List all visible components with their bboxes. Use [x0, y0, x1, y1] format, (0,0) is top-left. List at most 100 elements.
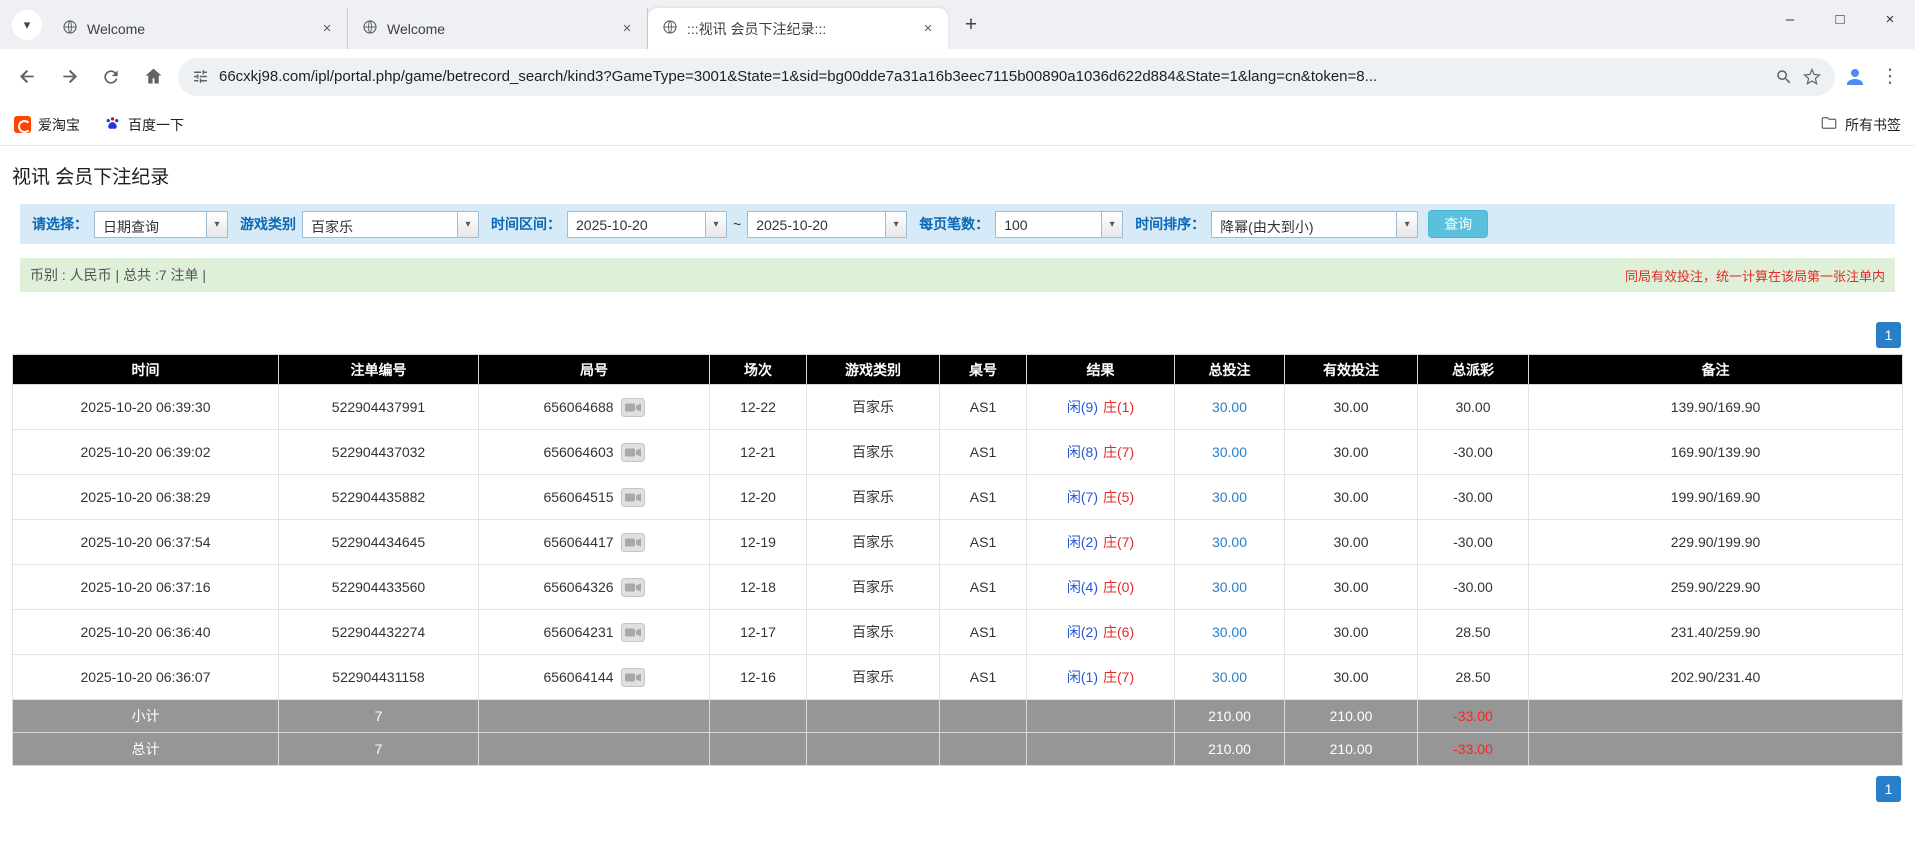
cell-bet-id: 522904435882 [279, 475, 479, 520]
home-button[interactable] [136, 60, 170, 94]
query-type-select[interactable]: 日期查询 ▾ [94, 211, 228, 238]
video-replay-icon[interactable] [621, 443, 645, 462]
date-from-select[interactable]: 2025-10-20 ▾ [567, 211, 727, 238]
page-title: 视讯 会员下注纪录 [12, 162, 1915, 189]
page-number-button[interactable]: 1 [1876, 776, 1901, 802]
video-replay-icon[interactable] [621, 578, 645, 597]
result-banker: 庄(7) [1103, 669, 1134, 685]
browser-menu-icon[interactable]: ⋮ [1875, 65, 1905, 88]
date-to-select[interactable]: 2025-10-20 ▾ [747, 211, 907, 238]
cell-time: 2025-10-20 06:37:16 [13, 565, 279, 610]
zoom-icon[interactable] [1775, 68, 1793, 86]
total-bet-link[interactable]: 30.00 [1212, 624, 1247, 640]
cell-round: 656064231 [479, 610, 710, 655]
site-info-icon[interactable] [192, 68, 209, 85]
cell-table-no: AS1 [940, 475, 1027, 520]
total-payout: -33.00 [1418, 733, 1529, 766]
back-button[interactable] [10, 60, 44, 94]
address-bar[interactable]: 66cxkj98.com/ipl/portal.php/game/betreco… [178, 58, 1835, 96]
result-banker: 庄(6) [1103, 624, 1134, 640]
cell-payout: 30.00 [1418, 385, 1529, 430]
table-header-row: 时间 注单编号 局号 场次 游戏类别 桌号 结果 总投注 有效投注 总派彩 备注 [13, 355, 1903, 385]
refresh-button[interactable] [94, 60, 128, 94]
table-row: 2025-10-20 06:39:30 522904437991 6560646… [13, 385, 1903, 430]
tab-title: :::视讯 会员下注纪录::: [687, 19, 909, 39]
chevron-down-icon[interactable]: ▾ [206, 212, 227, 237]
cell-note: 202.90/231.40 [1529, 655, 1903, 700]
filter-bar: 请选择： 日期查询 ▾ 游戏类别 百家乐 ▾ 时间区间： 2025-10-20 … [20, 204, 1895, 244]
total-bet-link[interactable]: 30.00 [1212, 399, 1247, 415]
video-replay-icon[interactable] [621, 488, 645, 507]
result-banker: 庄(7) [1103, 534, 1134, 550]
tab-close-icon[interactable]: × [617, 19, 637, 39]
video-replay-icon[interactable] [621, 398, 645, 417]
total-bet-link[interactable]: 30.00 [1212, 579, 1247, 595]
profile-avatar-icon[interactable] [1843, 65, 1867, 89]
total-bet-link[interactable]: 30.00 [1212, 534, 1247, 550]
cell-game: 百家乐 [807, 520, 940, 565]
sort-value: 降幂(由大到小) [1212, 212, 1396, 237]
chevron-down-icon[interactable]: ▾ [457, 212, 478, 237]
cell-round: 656064603 [479, 430, 710, 475]
total-bet-link[interactable]: 30.00 [1212, 669, 1247, 685]
bookmark-baidu[interactable]: 百度一下 [104, 115, 184, 135]
cell-note: 229.90/199.90 [1529, 520, 1903, 565]
video-replay-icon[interactable] [621, 533, 645, 552]
cell-note: 139.90/169.90 [1529, 385, 1903, 430]
chevron-down-icon[interactable]: ▾ [885, 212, 906, 237]
tab-close-icon[interactable]: × [918, 19, 938, 39]
cell-bet-id: 522904432274 [279, 610, 479, 655]
tab-close-icon[interactable]: × [317, 19, 337, 39]
cell-time: 2025-10-20 06:39:30 [13, 385, 279, 430]
baidu-paw-icon [104, 115, 121, 135]
bookmark-label: 爱淘宝 [38, 115, 80, 135]
globe-icon [362, 19, 378, 38]
cell-round: 656064515 [479, 475, 710, 520]
browser-tab-active[interactable]: :::视讯 会员下注纪录::: × [648, 8, 948, 49]
browser-tab-2[interactable]: Welcome × [348, 8, 648, 49]
page-number-button[interactable]: 1 [1876, 322, 1901, 348]
chevron-down-icon[interactable]: ▾ [705, 212, 726, 237]
chevron-down-icon[interactable]: ▾ [1396, 212, 1417, 237]
date-range-separator: ~ [733, 216, 741, 232]
cell-payout: -30.00 [1418, 475, 1529, 520]
cell-payout: 28.50 [1418, 610, 1529, 655]
total-bet-link[interactable]: 30.00 [1212, 444, 1247, 460]
url-text[interactable]: 66cxkj98.com/ipl/portal.php/game/betreco… [219, 68, 1765, 85]
browser-tab-1[interactable]: Welcome × [48, 8, 348, 49]
bookmark-taobao[interactable]: 爱淘宝 [14, 115, 80, 135]
subtotal-row: 小计 7 210.00 210.00 -33.00 [13, 700, 1903, 733]
video-replay-icon[interactable] [621, 668, 645, 687]
chevron-down-icon[interactable]: ▾ [1101, 212, 1122, 237]
cell-time: 2025-10-20 06:36:07 [13, 655, 279, 700]
game-type-select[interactable]: 百家乐 ▾ [302, 211, 479, 238]
per-page-select[interactable]: 100 ▾ [995, 211, 1123, 238]
result-player: 闲(7) [1067, 489, 1098, 505]
cell-game: 百家乐 [807, 385, 940, 430]
forward-button[interactable] [52, 60, 86, 94]
bookmark-star-icon[interactable] [1803, 68, 1821, 86]
video-replay-icon[interactable] [621, 623, 645, 642]
total-bet-link[interactable]: 30.00 [1212, 489, 1247, 505]
new-tab-button[interactable]: + [954, 8, 988, 42]
cell-result: 闲(2) 庄(6) [1027, 610, 1175, 655]
minimize-button[interactable]: – [1765, 0, 1815, 38]
col-game: 游戏类别 [807, 355, 940, 385]
cell-game: 百家乐 [807, 610, 940, 655]
subtotal-valid-bet: 210.00 [1285, 700, 1418, 733]
window-close-button[interactable]: × [1865, 0, 1915, 38]
result-player: 闲(9) [1067, 399, 1098, 415]
cell-bet-id: 522904434645 [279, 520, 479, 565]
tab-search-button[interactable]: ▾ [12, 10, 42, 40]
cell-time: 2025-10-20 06:38:29 [13, 475, 279, 520]
search-button[interactable]: 查询 [1428, 210, 1488, 238]
sort-select[interactable]: 降幂(由大到小) ▾ [1211, 211, 1418, 238]
result-player: 闲(8) [1067, 444, 1098, 460]
result-player: 闲(2) [1067, 624, 1098, 640]
globe-icon [62, 19, 78, 38]
pagination-bottom: 1 [14, 776, 1901, 802]
all-bookmarks[interactable]: 所有书签 [1820, 114, 1901, 135]
maximize-button[interactable]: □ [1815, 0, 1865, 38]
tab-strip: ▾ Welcome × Welcome × :::视讯 会员下注纪录::: × … [0, 0, 1915, 49]
cell-session: 12-16 [710, 655, 807, 700]
